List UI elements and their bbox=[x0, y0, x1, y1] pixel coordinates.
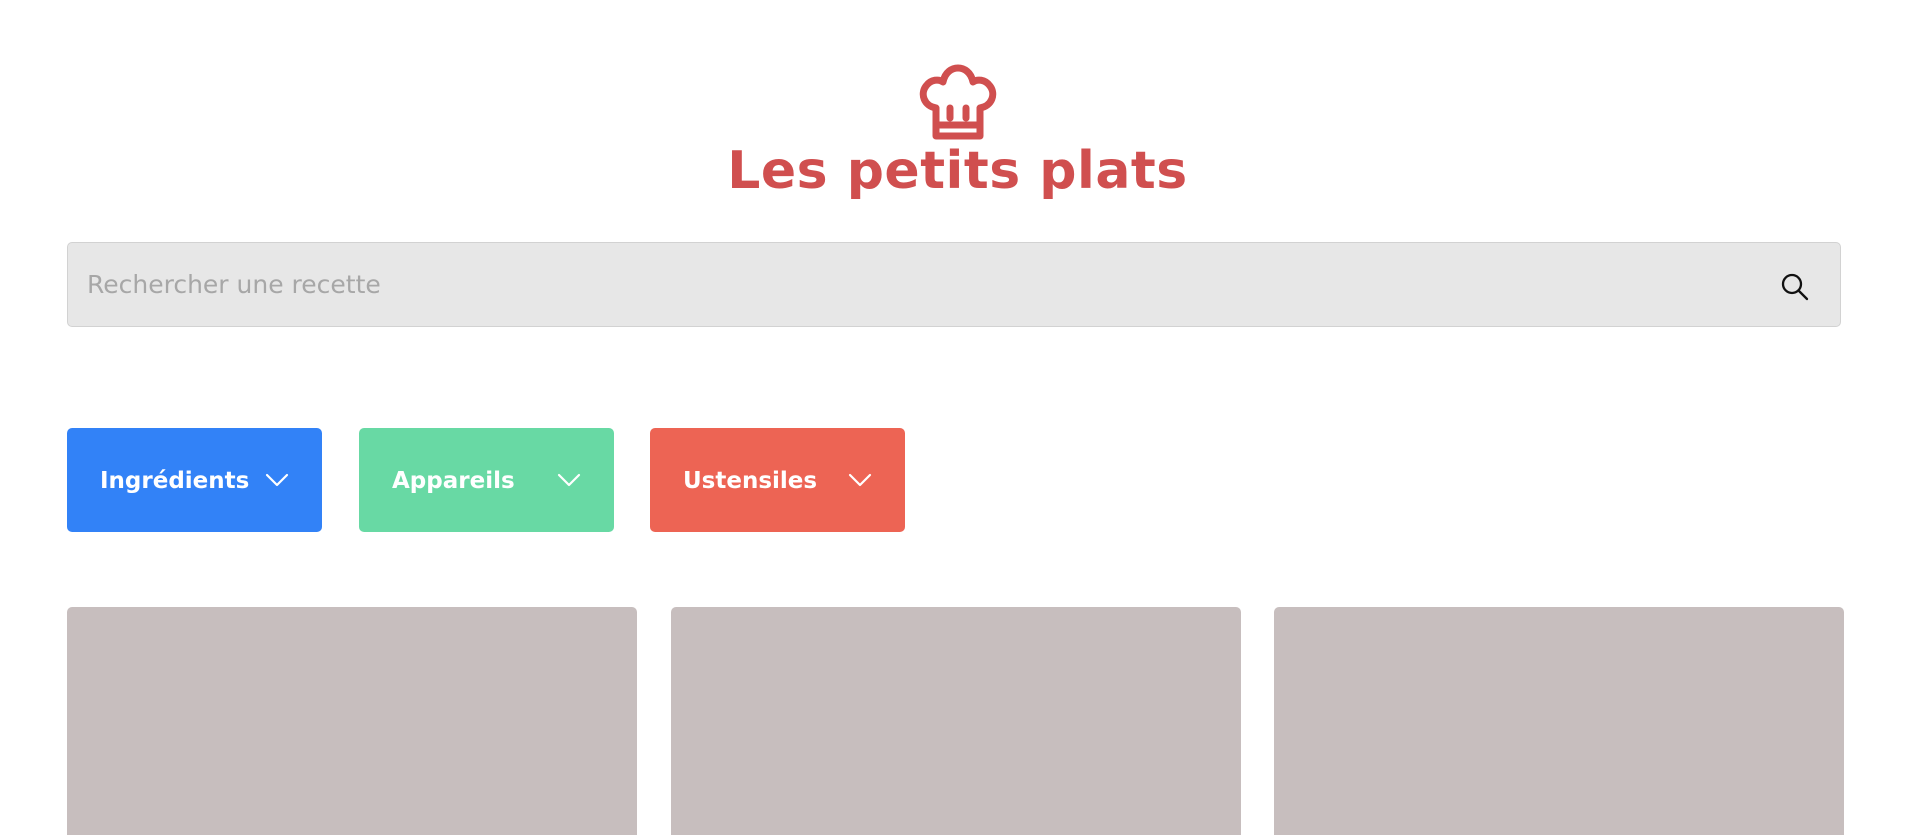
recipe-card[interactable] bbox=[671, 607, 1241, 835]
recipe-image-placeholder bbox=[67, 607, 637, 835]
recipe-image-placeholder bbox=[671, 607, 1241, 835]
search-icon[interactable] bbox=[1780, 272, 1810, 302]
site-header: Les petits plats bbox=[0, 64, 1915, 202]
chevron-down-icon bbox=[265, 473, 289, 487]
filter-appareils[interactable]: Appareils bbox=[359, 428, 614, 532]
recipe-image-placeholder bbox=[1274, 607, 1844, 835]
site-title: Les petits plats bbox=[727, 141, 1188, 201]
filter-ustensiles-label: Ustensiles bbox=[683, 468, 818, 494]
filter-ingredients-label: Ingrédients bbox=[100, 468, 250, 494]
chevron-down-icon bbox=[557, 473, 581, 487]
chevron-down-icon bbox=[848, 473, 872, 487]
chef-hat-icon bbox=[919, 64, 996, 140]
filter-appareils-label: Appareils bbox=[392, 468, 515, 494]
search-bar bbox=[67, 242, 1841, 327]
search-input[interactable] bbox=[68, 243, 1780, 326]
recipe-card[interactable] bbox=[1274, 607, 1844, 835]
page: Les petits plats Ingrédients Appareils U… bbox=[0, 0, 1915, 835]
filter-ingredients[interactable]: Ingrédients bbox=[67, 428, 322, 532]
filter-ustensiles[interactable]: Ustensiles bbox=[650, 428, 905, 532]
recipe-card[interactable] bbox=[67, 607, 637, 835]
